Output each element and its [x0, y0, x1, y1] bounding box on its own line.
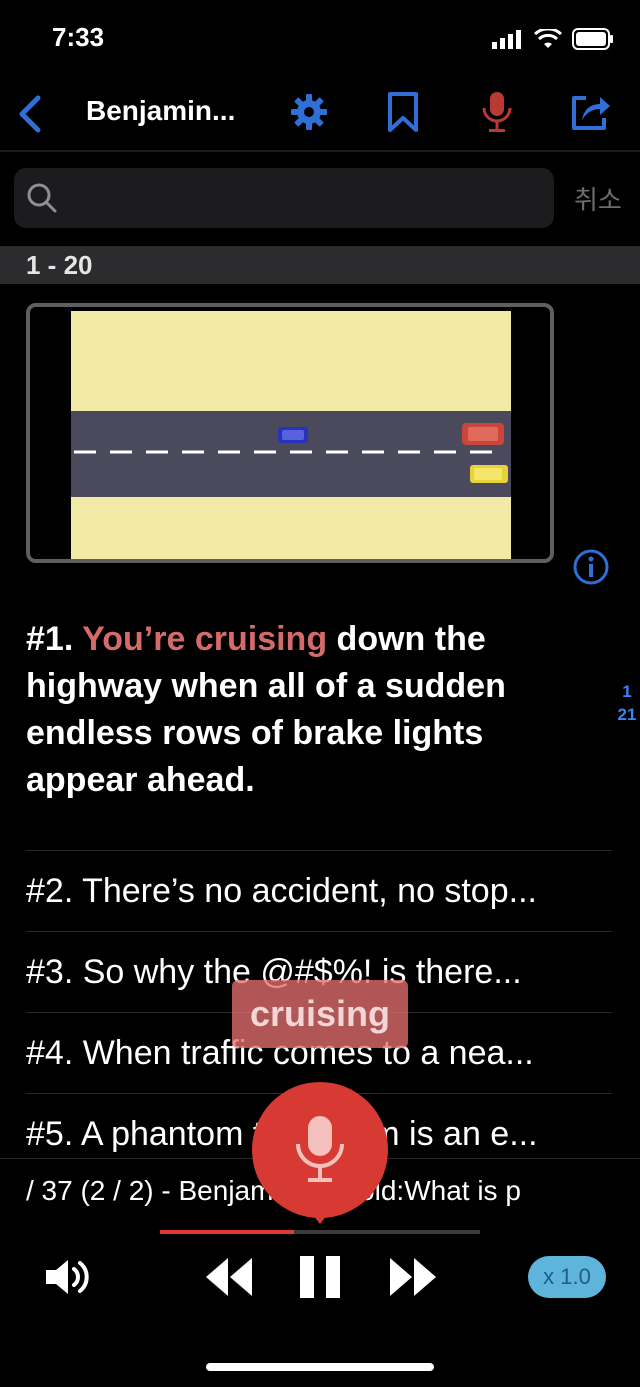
cancel-button[interactable]: 취소 [574, 180, 622, 217]
battery-icon [572, 28, 613, 50]
nav-title: Benjamin... [86, 95, 236, 126]
speaker-icon [46, 1260, 89, 1294]
share-icon [572, 96, 610, 130]
bookmark-icon [388, 92, 418, 132]
rewind-icon [206, 1258, 252, 1296]
sentence-row[interactable]: #2. There’s no accident, no stop... [26, 850, 612, 931]
side-index[interactable]: 1 21 [612, 680, 640, 726]
mic-icon [296, 1116, 344, 1182]
section-header [0, 246, 640, 284]
search-icon [26, 182, 58, 214]
video-thumbnail [30, 307, 550, 559]
sentence-highlight: You’re cruising [82, 620, 328, 658]
wifi-icon [534, 29, 562, 48]
signal-icon [492, 30, 521, 49]
settings-button[interactable] [287, 88, 331, 136]
status-time: 7:33 [52, 22, 105, 52]
section-label: 1 - 20 [26, 250, 93, 280]
mic-pointer [309, 1210, 331, 1224]
chevron-left-icon [19, 95, 41, 133]
volume-button[interactable] [44, 1256, 92, 1298]
sentence-current[interactable]: #1. You’re cruising down the highway whe… [26, 616, 586, 804]
info-button[interactable] [572, 548, 610, 586]
word-popup[interactable]: cruising [232, 980, 408, 1048]
speed-button[interactable]: x 1.0 [528, 1256, 606, 1298]
video-player[interactable] [26, 303, 554, 563]
record-button[interactable] [475, 88, 519, 136]
nav-divider [0, 150, 640, 152]
status-icons [492, 28, 614, 50]
info-icon [573, 549, 609, 585]
share-button[interactable] [568, 88, 612, 136]
search-input[interactable] [14, 168, 554, 228]
sentence-number: #1. [26, 620, 74, 658]
fast-forward-button[interactable] [388, 1256, 438, 1298]
progress-fill [160, 1230, 295, 1234]
home-indicator [206, 1363, 434, 1371]
gear-icon [291, 94, 327, 130]
bookmark-button[interactable] [381, 88, 425, 136]
voice-record-button[interactable] [252, 1082, 388, 1218]
mic-icon [482, 92, 512, 132]
pause-button[interactable] [296, 1254, 344, 1300]
side-index-bottom: 21 [617, 705, 637, 724]
pause-icon [300, 1256, 340, 1298]
fast-forward-icon [390, 1258, 436, 1296]
side-index-top: 1 [622, 682, 632, 701]
rewind-button[interactable] [204, 1256, 254, 1298]
back-button[interactable] [12, 92, 48, 136]
